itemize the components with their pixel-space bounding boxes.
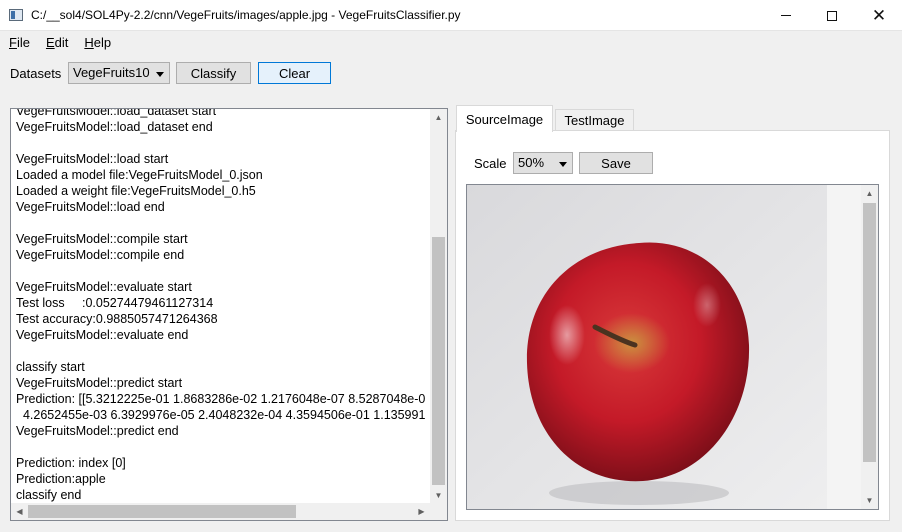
log-horizontal-scrollbar[interactable]: ◀ ▶	[11, 503, 430, 520]
log-line: Test accuracy:0.9885057471264368	[16, 312, 218, 326]
app-icon	[9, 9, 23, 21]
window-title: C:/__sol4/SOL4Py-2.2/cnn/VegeFruits/imag…	[31, 8, 461, 22]
save-button[interactable]: Save	[579, 152, 653, 174]
tab-test-image[interactable]: TestImage	[555, 109, 634, 131]
log-line: Loaded a model file:VegeFruitsModel_0.js…	[16, 168, 263, 182]
image-padding	[827, 185, 862, 509]
scale-label: Scale	[474, 156, 507, 171]
image-vertical-scrollbar[interactable]: ▲ ▼	[861, 185, 878, 509]
log-line: VegeFruitsModel::compile start	[16, 232, 188, 246]
log-line: VegeFruitsModel::load end	[16, 200, 165, 214]
log-vertical-scrollbar[interactable]: ▲ ▼	[430, 109, 447, 504]
log-vertical-scroll-thumb[interactable]	[432, 237, 445, 485]
datasets-combobox[interactable]: VegeFruits10	[68, 62, 170, 84]
log-line: Test loss :0.05274479461127314	[16, 296, 214, 310]
log-line: VegeFruitsModel::load_dataset start	[16, 108, 217, 118]
log-line: classify end	[16, 488, 82, 502]
close-button[interactable]: ✕	[856, 0, 902, 31]
minimize-icon	[781, 15, 791, 16]
datasets-label: Datasets	[10, 66, 62, 81]
scroll-down-icon[interactable]: ▼	[861, 492, 878, 509]
maximize-button[interactable]	[809, 0, 855, 31]
minimize-button[interactable]	[763, 0, 809, 31]
toolbar: Datasets VegeFruits10 Classify Clear	[0, 58, 902, 88]
log-line: VegeFruitsModel::predict start	[16, 376, 183, 390]
log-line: Prediction:apple	[16, 472, 106, 486]
image-vertical-scroll-thumb[interactable]	[863, 203, 876, 462]
log-line: VegeFruitsModel::predict end	[16, 424, 179, 438]
tab-source-image[interactable]: SourceImage	[456, 105, 553, 132]
log-line: VegeFruitsModel::evaluate start	[16, 280, 192, 294]
scale-value: 50%	[518, 155, 545, 170]
log-line: classify start	[16, 360, 85, 374]
datasets-value: VegeFruits10	[73, 65, 150, 80]
log-horizontal-scroll-thumb[interactable]	[28, 505, 296, 518]
scrollbar-corner	[430, 503, 447, 520]
menu-bar: File Edit Help	[0, 31, 902, 53]
log-textarea[interactable]: VegeFruitsModel::load_dataset startVegeF…	[10, 108, 448, 521]
scroll-up-icon[interactable]: ▲	[861, 185, 878, 202]
log-line: VegeFruitsModel::compile end	[16, 248, 185, 262]
scale-combobox[interactable]: 50%	[513, 152, 573, 174]
chevron-down-icon	[156, 72, 164, 77]
close-icon: ✕	[871, 6, 887, 25]
source-image-panel: Scale 50% Save ▲ ▼	[455, 130, 890, 521]
menu-help[interactable]: Help	[75, 35, 118, 50]
log-line: VegeFruitsModel::evaluate end	[16, 328, 189, 342]
classify-button[interactable]: Classify	[176, 62, 251, 84]
log-line: Loaded a weight file:VegeFruitsModel_0.h…	[16, 184, 256, 198]
scroll-right-icon[interactable]: ▶	[413, 503, 430, 520]
menu-file[interactable]: File	[0, 35, 37, 50]
scroll-down-icon[interactable]: ▼	[430, 487, 447, 504]
log-line: 4.2652455e-03 6.3929976e-05 2.4048232e-0…	[16, 408, 426, 422]
log-line: Prediction: [[5.3212225e-01 1.8683286e-0…	[16, 392, 426, 406]
apple-image	[467, 185, 827, 509]
apple-picture	[467, 185, 827, 509]
chevron-down-icon	[559, 162, 567, 167]
log-line: VegeFruitsModel::load start	[16, 152, 169, 166]
scroll-left-icon[interactable]: ◀	[11, 503, 28, 520]
scroll-up-icon[interactable]: ▲	[430, 109, 447, 126]
log-line: Prediction: index [0]	[16, 456, 126, 470]
clear-button[interactable]: Clear	[258, 62, 331, 84]
log-line: VegeFruitsModel::load_dataset end	[16, 120, 213, 134]
log-content: VegeFruitsModel::load_dataset startVegeF…	[16, 108, 432, 503]
maximize-icon	[827, 10, 837, 21]
image-view[interactable]: ▲ ▼	[466, 184, 879, 510]
menu-edit[interactable]: Edit	[37, 35, 75, 50]
title-bar: C:/__sol4/SOL4Py-2.2/cnn/VegeFruits/imag…	[0, 0, 902, 31]
